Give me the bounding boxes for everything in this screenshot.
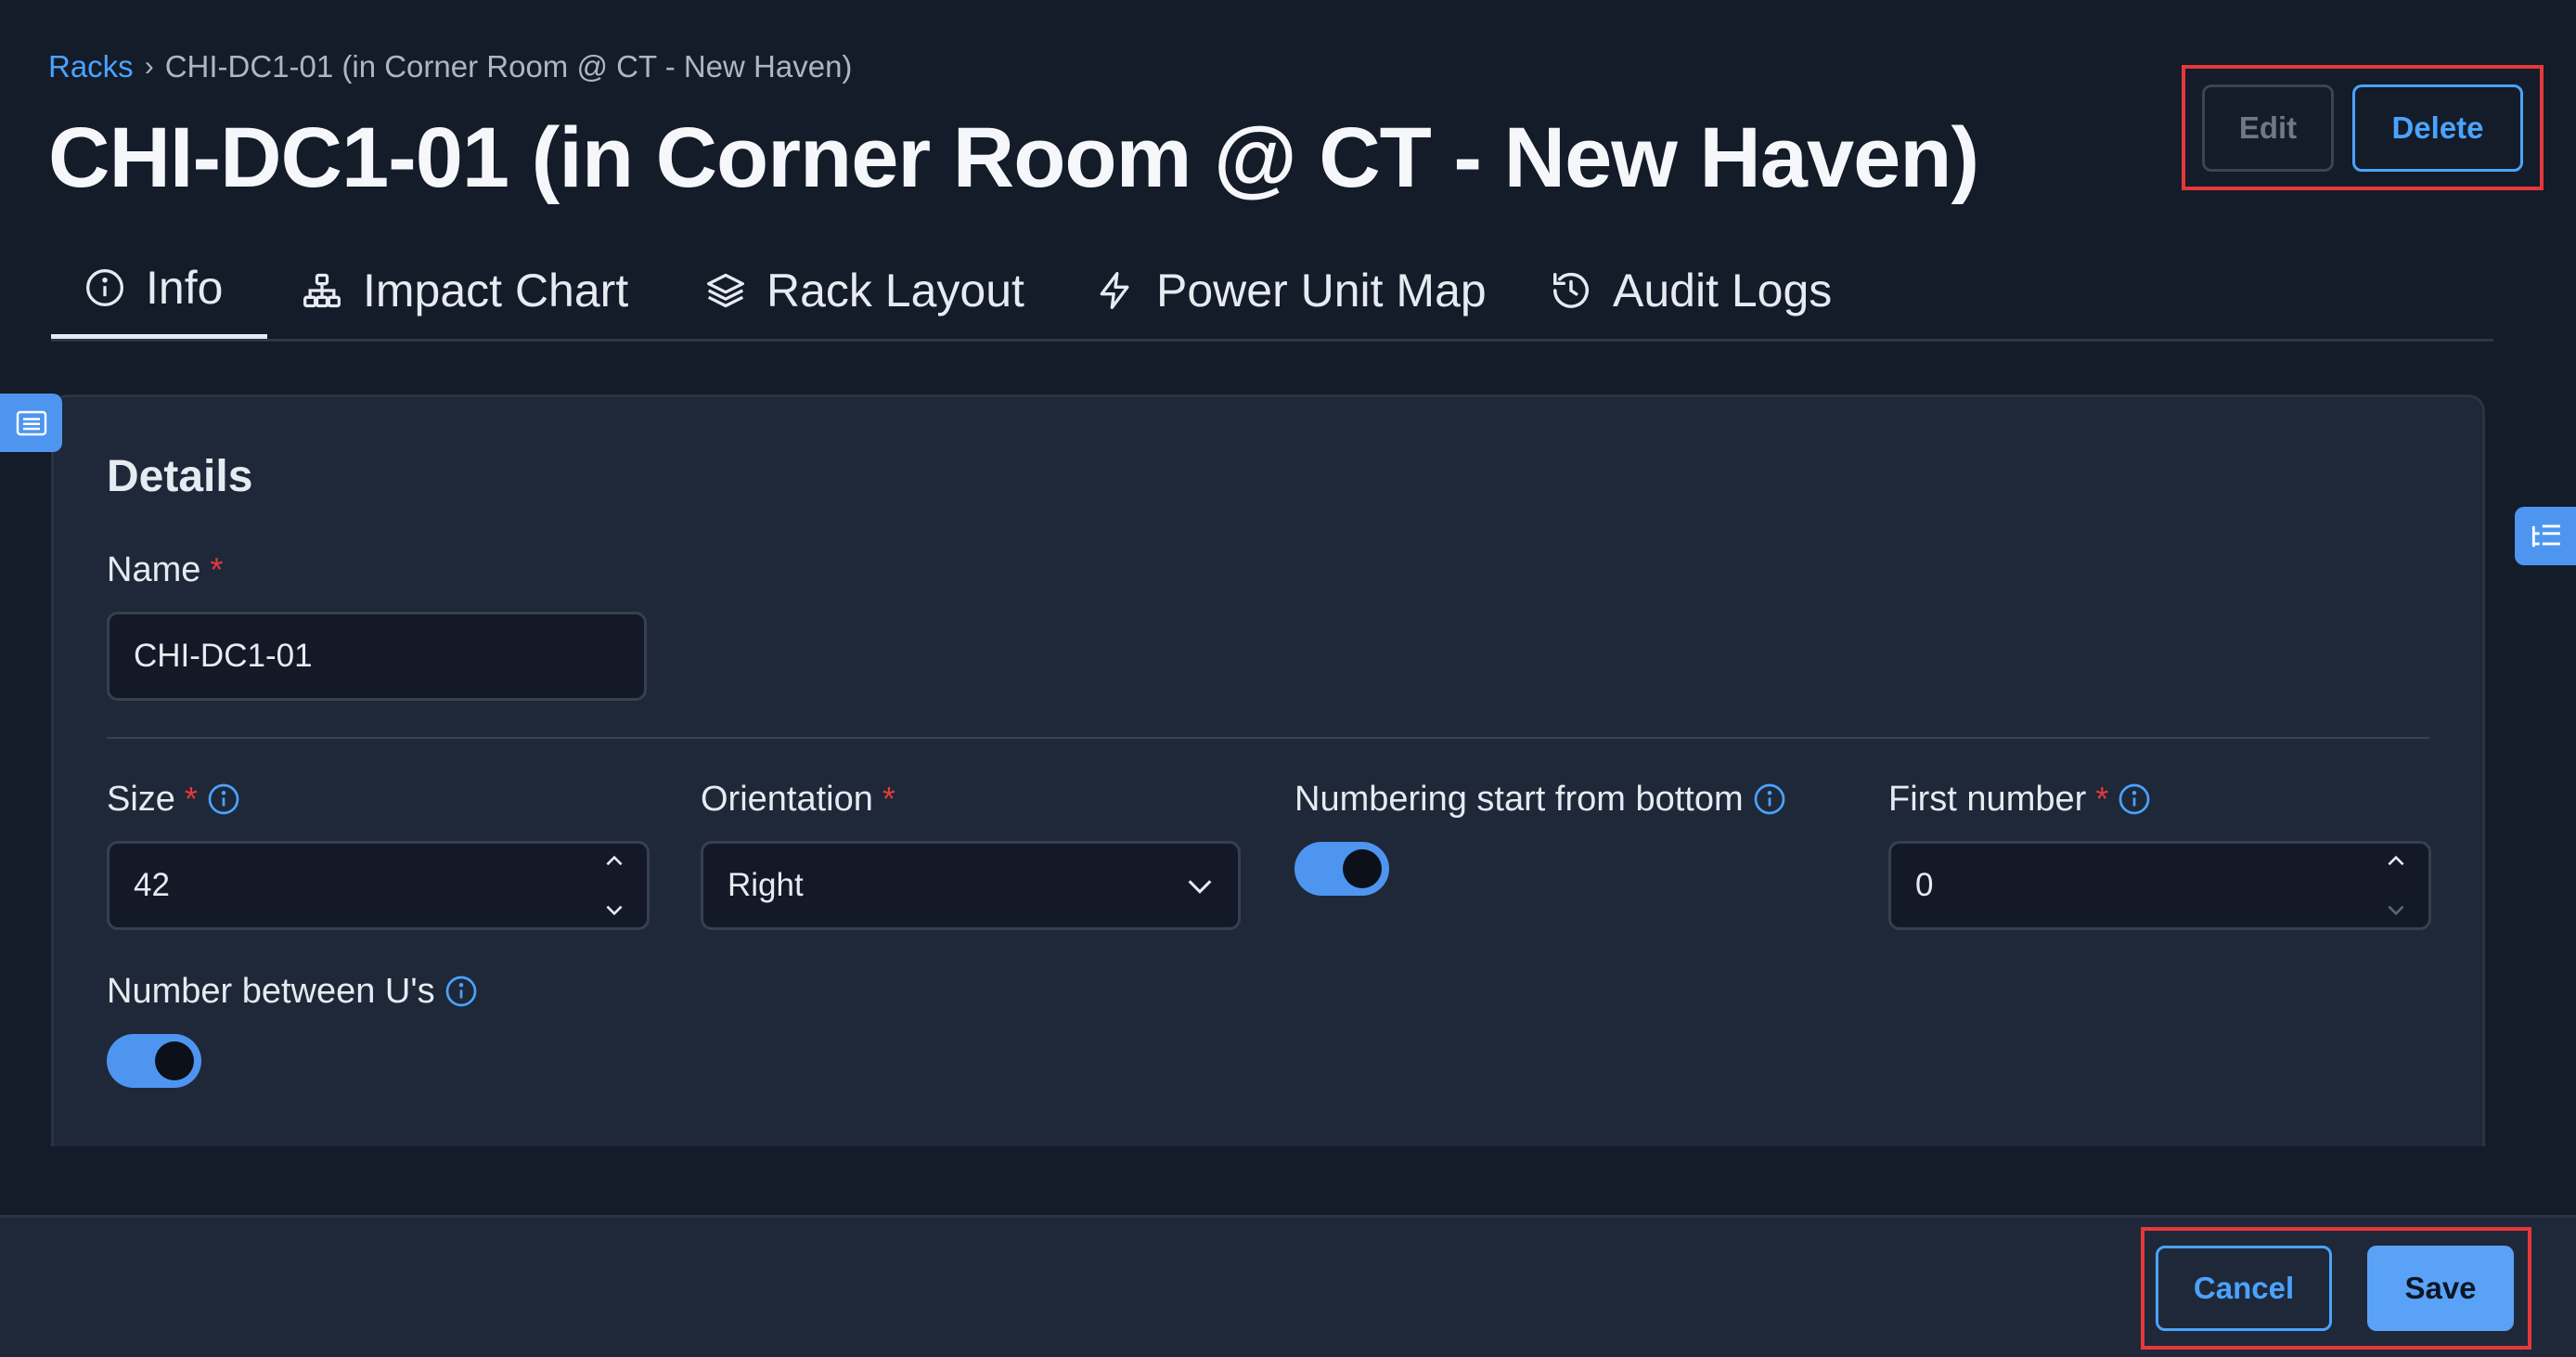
info-circle-icon[interactable] — [2118, 782, 2151, 816]
orientation-label-text: Orientation — [701, 779, 873, 819]
tab-rack-layout[interactable]: Rack Layout — [705, 241, 1024, 339]
cancel-button[interactable]: Cancel — [2156, 1246, 2332, 1331]
size-stepper[interactable] — [602, 851, 626, 920]
save-button[interactable]: Save — [2367, 1246, 2514, 1331]
name-label-text: Name — [107, 549, 201, 589]
right-drawer-toggle[interactable] — [2515, 507, 2576, 565]
orientation-label: Orientation * — [701, 775, 895, 823]
delete-button[interactable]: Delete — [2352, 84, 2523, 172]
chevron-down-icon — [1188, 880, 1212, 894]
size-label: Size * — [107, 775, 240, 823]
tab-audit-logs-label: Audit Logs — [1613, 264, 1833, 317]
info-circle-icon[interactable] — [444, 975, 478, 1008]
breadcrumb: Racks › CHI-DC1-01 (in Corner Room @ CT … — [48, 46, 852, 87]
name-input[interactable]: CHI-DC1-01 — [107, 612, 647, 701]
hierarchy-icon — [303, 273, 341, 307]
tab-audit-logs[interactable]: Audit Logs — [1550, 241, 1832, 339]
chevron-up-icon[interactable] — [2384, 851, 2408, 870]
numbering-start-label-text: Numbering start from bottom — [1294, 779, 1744, 819]
number-between-us-label-text: Number between U's — [107, 971, 435, 1011]
tab-impact-chart-label: Impact Chart — [363, 264, 629, 317]
required-mark: * — [210, 550, 224, 588]
chevron-down-icon[interactable] — [602, 901, 626, 920]
chevron-down-icon[interactable] — [2384, 901, 2408, 920]
orientation-select[interactable]: Right — [701, 841, 1241, 930]
left-drawer-toggle[interactable] — [0, 394, 62, 452]
tab-impact-chart[interactable]: Impact Chart — [302, 241, 628, 339]
tab-info[interactable]: Info — [51, 241, 267, 339]
number-between-us-label: Number between U's — [107, 967, 478, 1015]
edit-button[interactable]: Edit — [2202, 84, 2334, 172]
toggle-knob — [155, 1041, 194, 1080]
first-number-label: First number * — [1888, 775, 2151, 823]
breadcrumb-separator: › — [144, 51, 154, 82]
breadcrumb-link-racks[interactable]: Racks — [48, 49, 134, 84]
name-input-value: CHI-DC1-01 — [134, 638, 313, 674]
first-number-label-text: First number — [1888, 779, 2087, 819]
first-number-input-value: 0 — [1915, 867, 1934, 903]
size-input[interactable]: 42 — [107, 841, 650, 930]
name-label: Name * — [107, 546, 223, 594]
details-panel — [51, 394, 2485, 1146]
breadcrumb-current: CHI-DC1-01 (in Corner Room @ CT - New Ha… — [164, 49, 853, 84]
page-title: CHI-DC1-01 (in Corner Room @ CT - New Ha… — [48, 110, 1979, 205]
lightning-icon — [1100, 271, 1129, 309]
tab-bar: Info Impact Chart Rack Layout Power Unit… — [51, 241, 2493, 342]
tab-power-unit-map[interactable]: Power Unit Map — [1095, 241, 1487, 339]
required-mark: * — [2095, 780, 2109, 818]
info-circle-icon — [86, 269, 123, 306]
required-mark: * — [882, 780, 895, 818]
size-input-value: 42 — [134, 867, 170, 903]
layers-icon — [707, 273, 744, 307]
orientation-select-value: Right — [728, 867, 804, 903]
size-label-text: Size — [107, 779, 175, 819]
list-view-icon — [16, 410, 46, 435]
details-section-title: Details — [107, 452, 253, 501]
info-circle-icon[interactable] — [207, 782, 240, 816]
tree-list-icon — [2531, 523, 2560, 547]
tab-info-label: Info — [146, 262, 224, 314]
toggle-knob — [1343, 849, 1382, 888]
number-between-us-toggle[interactable] — [107, 1034, 201, 1088]
tab-rack-layout-label: Rack Layout — [766, 264, 1024, 317]
numbering-start-toggle[interactable] — [1294, 842, 1389, 896]
tab-power-unit-map-label: Power Unit Map — [1156, 264, 1487, 317]
chevron-up-icon[interactable] — [602, 851, 626, 870]
required-mark: * — [184, 780, 198, 818]
first-number-stepper[interactable] — [2384, 851, 2408, 920]
numbering-start-label: Numbering start from bottom — [1294, 775, 1786, 823]
info-circle-icon[interactable] — [1753, 782, 1786, 816]
first-number-input[interactable]: 0 — [1888, 841, 2431, 930]
divider — [107, 737, 2429, 739]
history-icon — [1553, 272, 1589, 308]
